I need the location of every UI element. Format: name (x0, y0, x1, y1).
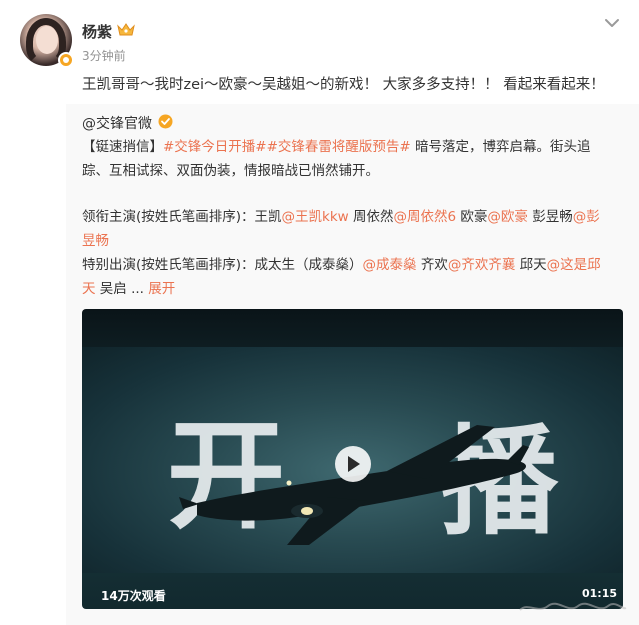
post-timestamp[interactable]: 3分钟前 (82, 47, 126, 64)
mention-link[interactable]: @彭 (573, 209, 600, 225)
mention-link[interactable]: @王凯kkw (282, 209, 349, 225)
expand-link[interactable]: 展开 (148, 281, 175, 297)
crown-icon (117, 23, 135, 36)
mention-link[interactable]: @齐欢齐襄 (448, 257, 516, 273)
video-player[interactable]: 开 播 14万次观看 01:15 (82, 309, 623, 609)
lead-cast-line-cont: 昱畅 (82, 229, 627, 253)
watermark-icon (519, 602, 627, 611)
view-count: 14万次观看 (101, 589, 166, 603)
repost-author[interactable]: @交锋官微 (82, 113, 152, 133)
chevron-down-icon[interactable] (604, 18, 620, 28)
mention-link[interactable]: @欧豪 (487, 209, 528, 225)
avatar-badge-icon (58, 52, 74, 68)
repost-line-2: 踪、互相试探、双面伪装，情报暗战已悄然铺开。 (82, 163, 379, 179)
repost-line-1: 【铤速捎信】#交锋今日开播##交锋春雷将醒版预告# 暗号落定，博弈启幕。街头追 (82, 139, 591, 155)
mention-link[interactable]: 天 (82, 281, 96, 297)
lead-cast-line: 领衔主演(按姓氏笔画排序)：王凯@王凯kkw 周依然@周依然6 欧豪@欧豪 彭昱… (82, 209, 600, 225)
verified-icon (158, 114, 173, 129)
mention-link[interactable]: @成泰燊 (363, 257, 417, 273)
play-icon (348, 456, 360, 472)
repost-body: 【铤速捎信】#交锋今日开播##交锋春雷将醒版预告# 暗号落定，博弈启幕。街头追 … (82, 135, 627, 301)
author-name[interactable]: 杨紫 (82, 21, 112, 42)
special-cast-line-cont: 天 吴启 ... 展开 (82, 281, 176, 297)
video-duration: 01:15 (582, 587, 618, 600)
mention-link[interactable]: 昱畅 (82, 233, 109, 249)
post-header: 杨紫 3分钟前 王凯哥哥～我时zei～欧豪～吴越姐～的新戏！ 大家多多支持！！ … (0, 0, 639, 100)
mention-link[interactable]: @这是邱 (547, 257, 601, 273)
post-text: 王凯哥哥～我时zei～欧豪～吴越姐～的新戏！ 大家多多支持！！ 看起来看起来！ (82, 77, 605, 93)
hashtag-link[interactable]: #交锋春雷将醒版预告# (267, 139, 411, 155)
weibo-post-card: 杨紫 3分钟前 王凯哥哥～我时zei～欧豪～吴越姐～的新戏！ 大家多多支持！！ … (0, 0, 639, 625)
hashtag-link[interactable]: #交锋今日开播# (163, 139, 267, 155)
avatar-face (36, 26, 58, 54)
reposted-content: @交锋官微 【铤速捎信】#交锋今日开播##交锋春雷将醒版预告# 暗号落定，博弈启… (66, 104, 639, 625)
play-button[interactable] (335, 446, 371, 482)
special-cast-line: 特别出演(按姓氏笔画排序)：成太生（成泰燊）@成泰燊 齐欢@齐欢齐襄 邱天@这是… (82, 257, 601, 273)
mention-link[interactable]: @周依然6 (394, 209, 457, 225)
